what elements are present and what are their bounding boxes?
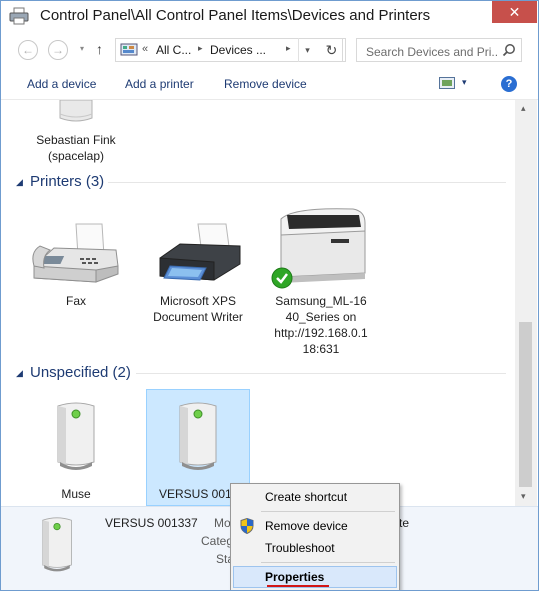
device-label: Fax	[65, 294, 86, 308]
refresh-button[interactable]: ↻	[321, 38, 343, 62]
generic-device-icon	[42, 517, 72, 572]
device-item-muse[interactable]: Muse	[24, 398, 128, 502]
control-panel-icon	[120, 43, 138, 56]
recent-locations-chevron-icon[interactable]: ▾	[80, 44, 84, 53]
change-view-icon[interactable]	[439, 77, 455, 89]
generic-device-icon	[57, 402, 95, 470]
view-options-chevron-icon[interactable]: ▾	[462, 77, 467, 88]
menu-item-label: Remove device	[265, 519, 348, 533]
device-label: Microsoft XPS	[159, 294, 237, 308]
menu-item-troubleshoot[interactable]: Troubleshoot	[233, 537, 397, 559]
scroll-down-icon[interactable]: ▾	[521, 491, 526, 502]
devices-list-view[interactable]: Sebastian Fink (spacelap) ◢ Printers (3)…	[1, 100, 515, 506]
group-title: Printers (3)	[30, 173, 105, 190]
printer-icon	[159, 223, 241, 281]
menu-item-label: Properties	[265, 570, 325, 584]
details-model-label: Mo	[214, 516, 231, 530]
device-item-fax[interactable]: Fax	[24, 218, 128, 308]
address-overflow-chevron-icon[interactable]: «	[142, 43, 148, 55]
device-label: 40_Series on	[285, 310, 357, 324]
forward-button[interactable]: →	[48, 40, 68, 60]
navigation-bar: ← → ▾ ↑ « All C... ▸ Devices ... ▸ ▾ ↻	[1, 34, 538, 66]
red-underline-annotation	[267, 585, 329, 587]
context-menu: Create shortcut Remove device Troublesho…	[230, 483, 400, 590]
device-item-microsoft-xps[interactable]: Microsoft XPS Document Writer	[146, 218, 250, 328]
fax-icon	[32, 223, 119, 283]
help-icon: ?	[505, 78, 513, 90]
device-label: Muse	[61, 487, 91, 501]
group-header-unspecified[interactable]: ◢ Unspecified (2)	[16, 364, 506, 382]
uac-shield-icon	[240, 518, 254, 534]
back-button[interactable]: ←	[18, 40, 38, 60]
up-arrow-icon: ↑	[96, 41, 103, 57]
search-icon[interactable]	[502, 43, 516, 57]
address-segment-devices[interactable]: Devices ...	[210, 43, 266, 57]
devices-and-printers-window: Control Panel\All Control Panel Items\De…	[0, 0, 539, 591]
scroll-thumb[interactable]	[519, 322, 532, 487]
device-label: (spacelap)	[47, 149, 105, 163]
device-label: Samsung_ML-16	[275, 294, 367, 308]
collapse-chevron-icon[interactable]: ◢	[16, 368, 23, 379]
default-printer-check-icon	[271, 267, 293, 289]
address-separator-icon[interactable]: ▸	[198, 43, 203, 54]
device-label: Sebastian Fink	[36, 133, 116, 147]
group-divider	[136, 373, 506, 374]
back-arrow-icon: ←	[22, 43, 34, 57]
help-button[interactable]: ?	[501, 76, 517, 92]
printer-icon	[9, 7, 29, 25]
close-icon: ✕	[508, 3, 521, 20]
menu-separator	[261, 511, 395, 512]
device-label: http://192.168.0.1	[274, 326, 368, 340]
search-box	[356, 38, 522, 62]
device-label: Document Writer	[153, 310, 243, 324]
collapse-chevron-icon[interactable]: ◢	[16, 177, 23, 188]
close-button[interactable]: ✕	[492, 1, 537, 23]
vertical-scrollbar[interactable]: ▴ ▾	[515, 100, 537, 506]
menu-item-create-shortcut[interactable]: Create shortcut	[233, 486, 397, 508]
title-bar[interactable]: Control Panel\All Control Panel Items\De…	[1, 1, 538, 32]
command-bar: Add a device Add a printer Remove device…	[1, 68, 538, 100]
details-value: te	[399, 516, 410, 530]
address-separator-icon[interactable]: ▸	[286, 43, 291, 54]
details-device-name: VERSUS 001337	[105, 516, 198, 530]
search-input[interactable]	[357, 39, 497, 61]
computer-icon	[59, 100, 93, 122]
group-header-printers[interactable]: ◢ Printers (3)	[16, 173, 506, 191]
menu-item-remove-device[interactable]: Remove device	[233, 515, 397, 537]
address-dropdown-button[interactable]: ▾	[298, 38, 316, 62]
device-item-samsung-ml-1640[interactable]: Samsung_ML-16 40_Series on http://192.16…	[269, 205, 373, 357]
up-button[interactable]: ↑	[96, 41, 103, 57]
scroll-up-icon[interactable]: ▴	[521, 103, 526, 114]
add-device-button[interactable]: Add a device	[27, 77, 96, 91]
group-title: Unspecified (2)	[30, 364, 131, 381]
address-segment-all-items[interactable]: All C...	[156, 43, 191, 57]
remove-device-button[interactable]: Remove device	[224, 77, 307, 91]
forward-arrow-icon: →	[52, 43, 64, 57]
device-label: 18:631	[302, 342, 340, 356]
generic-device-icon	[179, 402, 217, 470]
menu-separator	[261, 562, 395, 563]
refresh-icon: ↻	[325, 41, 338, 58]
menu-item-properties[interactable]: Properties	[233, 566, 397, 588]
details-category-label: Categ	[201, 534, 234, 548]
window-title: Control Panel\All Control Panel Items\De…	[40, 7, 431, 24]
chevron-down-icon: ▾	[305, 44, 310, 55]
group-divider	[108, 182, 506, 183]
device-item-sebastian-fink[interactable]: Sebastian Fink (spacelap)	[24, 100, 128, 166]
add-printer-button[interactable]: Add a printer	[125, 77, 194, 91]
